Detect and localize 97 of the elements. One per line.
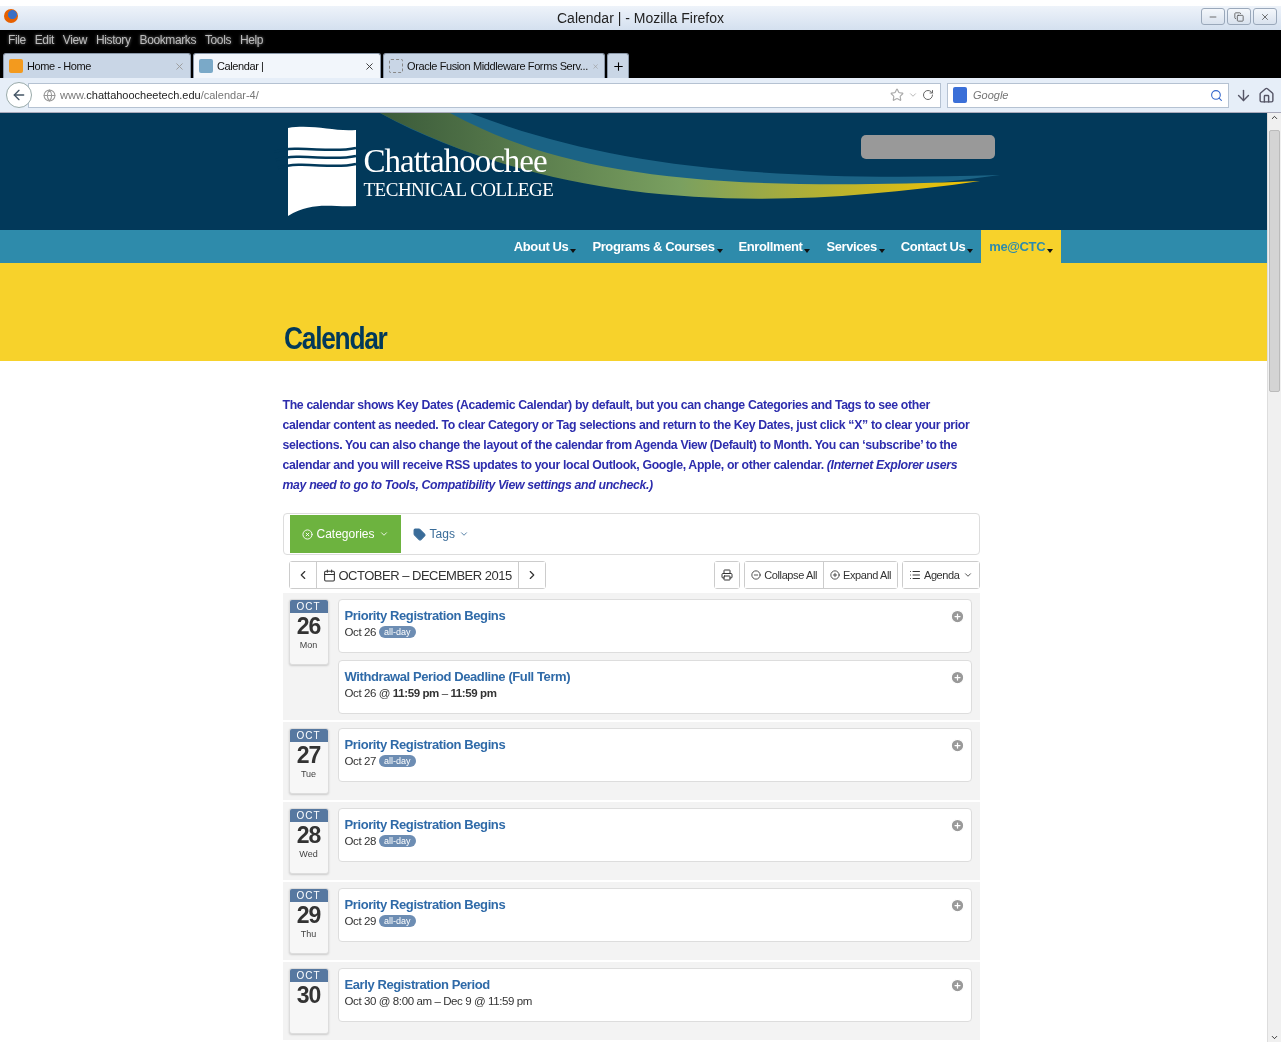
menu-item[interactable]: Help [240,33,264,47]
all-day-tag: all-day [379,626,416,638]
caret-icon [378,529,389,539]
intro-paragraph: The calendar shows Key Dates (Academic Calendar) by default, but you can change Categories and Tags to see other calendar content as needed. To clear Category or Tag selections and return to the Key Dates, just click “X” to clear your prior selections. You can also change the layout of the calendar from Agenda View (Default) to Month. You can ‘subscribe’ to the calendar and you will receive RSS updates to your local Outlook, Google, Apple, or other calendar. (Internet Explorer users may need to go to Tools, Compatibility View settings and uncheck.) [282,397,971,494]
view-dropdown[interactable]: Agenda [902,562,979,588]
window-title: Calendar | - Mozilla Firefox [557,10,724,26]
all-day-tag: all-day [379,915,416,927]
close-button[interactable] [1253,8,1277,25]
plus-icon [949,978,965,993]
search-icon[interactable] [1210,88,1223,102]
scroll-thumb[interactable] [1269,130,1280,392]
all-day-tag: all-day [379,755,416,767]
event-time: Oct 28 [344,835,376,847]
browser-tab[interactable]: Calendar | [193,53,381,78]
tab-favicon-icon [199,59,213,73]
expand-event-button[interactable] [949,609,965,624]
expand-event-button[interactable] [949,738,965,753]
nav-link[interactable]: Services [818,230,893,263]
close-tab-icon[interactable] [364,60,375,72]
menu-item[interactable]: Bookmarks [139,33,196,47]
menu-item[interactable]: File [8,33,26,47]
menu-item[interactable]: Tools [205,33,231,47]
event-title-link[interactable]: Early Registration Period [344,977,490,992]
date-card: OCT 29 Thu [288,888,329,954]
restore-icon [1234,11,1244,22]
menu-item[interactable]: History [96,33,131,47]
plus-icon [949,898,965,913]
expand-event-button[interactable] [949,898,965,913]
all-day-tag: all-day [379,835,416,847]
date-card: OCT 30 [288,968,329,1034]
home-button[interactable] [1258,86,1275,104]
logo-name: Chattahoochee [363,142,548,179]
scroll-down-icon[interactable] [1270,1033,1279,1042]
browser-tab[interactable]: Oracle Fusion Middleware Forms Serv... [383,53,605,78]
minimize-button[interactable] [1201,8,1225,25]
home-icon [1258,86,1275,104]
event-title-link[interactable]: Priority Registration Begins [344,737,506,752]
site-search-field[interactable] [861,135,995,159]
expand-event-button[interactable] [949,818,965,833]
event-time: Oct 27 [344,755,376,767]
nav-link[interactable]: Programs & Courses [584,230,731,263]
globe-icon [43,88,56,102]
expand-event-button[interactable] [949,978,965,993]
close-icon [1260,11,1270,22]
search-box[interactable]: Google [947,82,1229,108]
calendar-icon [322,568,336,582]
nav-link[interactable]: Contact Us [892,230,982,263]
dropdown-icon[interactable] [908,90,918,100]
menu-item[interactable]: View [62,33,88,47]
scroll-up-icon[interactable] [1270,113,1279,122]
minus-icon [751,570,762,580]
plus-icon [949,738,965,753]
tab-favicon-icon [9,59,23,73]
nav-link[interactable]: About Us [505,230,585,263]
event-title-link[interactable]: Withdrawal Period Deadline (Full Term) [344,669,571,684]
event-title-link[interactable]: Priority Registration Begins [344,608,506,623]
filter-dropdown[interactable]: Tags [400,515,481,553]
restore-button[interactable] [1227,8,1251,25]
nav-link[interactable]: Enrollment [730,230,819,263]
event-time: Oct 30 @ 8:00 am – Dec 9 @ 11:59 pm [344,995,532,1007]
event-time: Oct 26 [344,626,376,638]
event-title-link[interactable]: Priority Registration Begins [344,897,506,912]
caret-icon [458,529,469,539]
browser-logo-icon [4,9,18,23]
back-icon [11,87,27,103]
event-time: Oct 29 [344,915,376,927]
plus-icon [949,609,965,624]
plus-icon [949,818,965,833]
plus-icon [949,670,965,685]
caret-icon [962,570,973,580]
event-time: Oct 26 @ 11:59 pm – 11:59 pm [344,687,497,699]
event-title-link[interactable]: Priority Registration Begins [344,817,506,832]
plus-icon [830,570,840,580]
bookmark-star-icon[interactable] [890,88,904,102]
print-button[interactable] [715,562,740,588]
list-icon [908,569,921,581]
expand-event-button[interactable] [949,670,965,685]
logo-subtitle: TECHNICAL COLLEGE [363,178,554,201]
browser-tab[interactable]: Home - Home [3,53,191,78]
page-title: Calendar [283,321,388,357]
reload-icon[interactable] [922,89,934,101]
previous-button[interactable] [289,562,317,588]
search-engine-icon [953,87,967,103]
date-card: OCT 27 Tue [288,728,329,794]
menu-item[interactable]: Edit [34,33,54,47]
date-card: OCT 28 Wed [288,808,329,874]
back-button[interactable] [6,82,32,108]
tab-favicon-icon [389,59,403,73]
address-bar[interactable]: www.chattahoocheetech.edu/calendar-4/ [28,82,941,108]
toggle-button[interactable]: Collapse All [745,562,824,588]
tag-icon [412,527,426,541]
printer-icon [721,569,734,581]
new-tab-button[interactable] [607,53,629,78]
date-card: OCT 26 Mon [288,599,329,665]
plus-icon [611,59,625,73]
clear-icon [301,528,313,540]
scrollbar[interactable] [1267,113,1281,1042]
